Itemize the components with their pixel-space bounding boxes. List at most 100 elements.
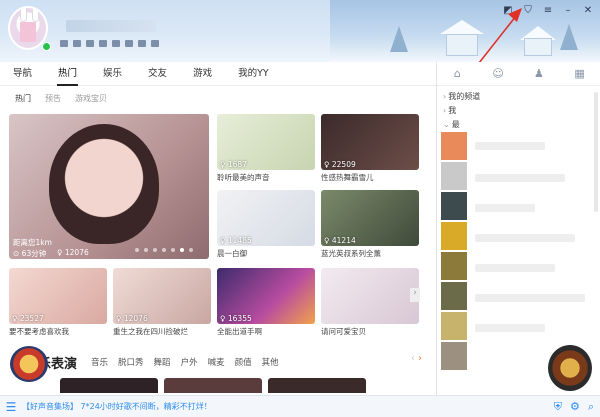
duration-label: ⊙ 63分钟 xyxy=(13,249,47,258)
channel-list: › 我的频道 › 我 ⌄ 最 xyxy=(437,86,600,132)
stream-card[interactable]: ♀ 12076 xyxy=(113,268,211,324)
distance-label: 距离您1km xyxy=(13,238,52,247)
main-nav: 导航 热门 娱乐 交友 游戏 我的YY xyxy=(0,62,436,86)
viewer-count: ♀ 22509 xyxy=(324,160,356,169)
contact-avatar[interactable] xyxy=(441,282,467,310)
promo-mascot-icon[interactable] xyxy=(548,345,592,391)
chevron-right-icon: › xyxy=(443,106,447,115)
hamburger-menu-icon[interactable]: ☰ xyxy=(0,400,22,414)
contact-avatar[interactable] xyxy=(441,162,467,190)
category-tag[interactable]: 脱口秀 xyxy=(118,356,144,368)
tab-entertainment[interactable]: 娱乐 xyxy=(90,62,135,86)
sub-nav: 热门 预告 游戏宝贝 xyxy=(0,88,436,108)
stream-card[interactable]: ♀ 11485 xyxy=(217,190,315,246)
carousel-dot[interactable] xyxy=(153,248,157,252)
tab-hot[interactable]: 热门 xyxy=(45,62,90,86)
stream-card[interactable] xyxy=(60,378,158,393)
stream-title[interactable]: 要不要考虑喜欢我 xyxy=(9,326,69,337)
carousel-dot[interactable] xyxy=(189,248,193,252)
viewer-count: ♀ 41214 xyxy=(324,236,356,245)
category-tag[interactable]: 音乐 xyxy=(91,356,108,368)
carousel-dots xyxy=(135,248,193,252)
stream-card[interactable] xyxy=(321,268,419,324)
viewer-count: ♀ 23527 xyxy=(12,314,44,323)
shield-icon[interactable]: ⛨ xyxy=(554,400,562,414)
sidebar-item-mine[interactable]: › 我 xyxy=(443,104,600,118)
contact-avatar[interactable] xyxy=(441,132,467,160)
blurred-contact-name xyxy=(475,174,565,182)
contact-avatar[interactable] xyxy=(441,342,467,370)
featured-stream-card[interactable]: 距离您1km ⊙ 63分钟 ♀ 12076 xyxy=(9,114,209,259)
stream-card[interactable] xyxy=(268,378,366,393)
blurred-contact-name xyxy=(475,294,585,302)
sidebar-item-my-channel[interactable]: › 我的频道 xyxy=(443,90,600,104)
category-tag[interactable]: 其他 xyxy=(262,356,279,368)
category-row: 乐表演 音乐 脱口秀 舞蹈 户外 喊麦 颜值 其他 xyxy=(10,353,434,372)
carousel-dot[interactable] xyxy=(180,248,184,252)
tab-my-yy[interactable]: 我的YY xyxy=(225,62,282,86)
carousel-dot[interactable] xyxy=(144,248,148,252)
sidebar-item-recent[interactable]: ⌄ 最 xyxy=(443,118,600,132)
stream-card[interactable]: ♀ 23527 xyxy=(9,268,107,324)
subtab-game-babe[interactable]: 游戏宝贝 xyxy=(75,93,107,104)
news-ticker[interactable]: 【好声音集场】 7*24小时好歌不间断，精彩不打烊！ xyxy=(22,401,212,412)
blurred-contact-name xyxy=(475,142,545,150)
subtab-preview[interactable]: 预告 xyxy=(45,93,61,104)
event-badge-icon[interactable] xyxy=(10,346,48,382)
stream-title[interactable]: 聆听最美的声音 xyxy=(217,172,270,183)
tab-guide[interactable]: 导航 xyxy=(0,62,45,86)
contact-avatar[interactable] xyxy=(441,192,467,220)
blurred-contact-name xyxy=(475,264,555,272)
stream-card[interactable]: ♀ 1687 xyxy=(217,114,315,170)
apps-icon[interactable]: ▦ xyxy=(559,62,600,85)
sidebar-scrollbar[interactable] xyxy=(594,92,598,212)
contact-avatar[interactable] xyxy=(441,252,467,280)
tab-social[interactable]: 交友 xyxy=(135,62,180,86)
stream-title[interactable]: 重生之我在四川捡破烂 xyxy=(113,326,188,337)
stream-title[interactable]: 全能出道手啊 xyxy=(217,326,262,337)
viewer-count: ♀ 16355 xyxy=(220,314,252,323)
blurred-contact-name xyxy=(475,324,545,332)
streamer-thumbnail xyxy=(49,124,159,244)
next-arrow-icon[interactable]: › xyxy=(418,353,422,364)
search-icon[interactable]: ⌕ xyxy=(588,400,594,414)
settings-icon[interactable]: ⚙ xyxy=(570,400,580,414)
blurred-contact-name xyxy=(475,234,575,242)
stream-title[interactable]: 请问可爱宝贝 xyxy=(321,326,366,337)
category-tag[interactable]: 户外 xyxy=(181,356,198,368)
carousel-dot[interactable] xyxy=(171,248,175,252)
stream-title[interactable]: 蓝光英叔系列全薰 xyxy=(321,248,381,259)
subtab-hot[interactable]: 热门 xyxy=(15,93,31,104)
bottom-bar: ☰ 【好声音集场】 7*24小时好歌不间断，精彩不打烊！ ⛨ ⚙ ⌕ xyxy=(0,395,600,417)
sidebar-tabs: ⌂ ☺ ♟ ▦ xyxy=(437,62,600,86)
prev-arrow-icon[interactable]: ‹ xyxy=(411,353,415,364)
viewer-count: ♀ 12076 xyxy=(116,314,148,323)
stream-title[interactable]: 性感热舞霸雪儿 xyxy=(321,172,374,183)
stream-card[interactable]: ♀ 16355 xyxy=(217,268,315,324)
carousel-dot[interactable] xyxy=(162,248,166,252)
category-tag[interactable]: 舞蹈 xyxy=(154,356,171,368)
stream-card[interactable]: ♀ 41214 xyxy=(321,190,419,246)
contacts-icon[interactable]: ♟ xyxy=(519,62,560,85)
user-icon[interactable]: ☺ xyxy=(478,62,519,85)
blurred-contact-name xyxy=(475,204,535,212)
viewer-count: ♀ 11485 xyxy=(220,236,252,245)
contact-avatar[interactable] xyxy=(441,312,467,340)
chevron-down-icon: ⌄ xyxy=(443,120,450,129)
bottom-icons: ⛨ ⚙ ⌕ xyxy=(554,400,594,414)
carousel-dot[interactable] xyxy=(135,248,139,252)
stream-grid: 距离您1km ⊙ 63分钟 ♀ 12076 ♀ 1687 聆听最美的声音 ♀ 2… xyxy=(0,108,434,393)
next-arrow-icon[interactable]: › xyxy=(410,288,420,302)
home-icon[interactable]: ⌂ xyxy=(437,62,478,85)
viewer-count: ♀ 1687 xyxy=(220,160,247,169)
category-tag[interactable]: 喊麦 xyxy=(208,356,225,368)
chevron-right-icon: › xyxy=(443,92,447,101)
stream-title[interactable]: 晨一白御 xyxy=(217,248,247,259)
tab-games[interactable]: 游戏 xyxy=(180,62,225,86)
stream-card[interactable]: ♀ 22509 xyxy=(321,114,419,170)
blurred-contact-avatars xyxy=(441,132,469,372)
stream-card[interactable] xyxy=(164,378,262,393)
category-tag[interactable]: 颜值 xyxy=(235,356,252,368)
viewer-count: ♀ 12076 xyxy=(57,248,89,257)
contact-avatar[interactable] xyxy=(441,222,467,250)
